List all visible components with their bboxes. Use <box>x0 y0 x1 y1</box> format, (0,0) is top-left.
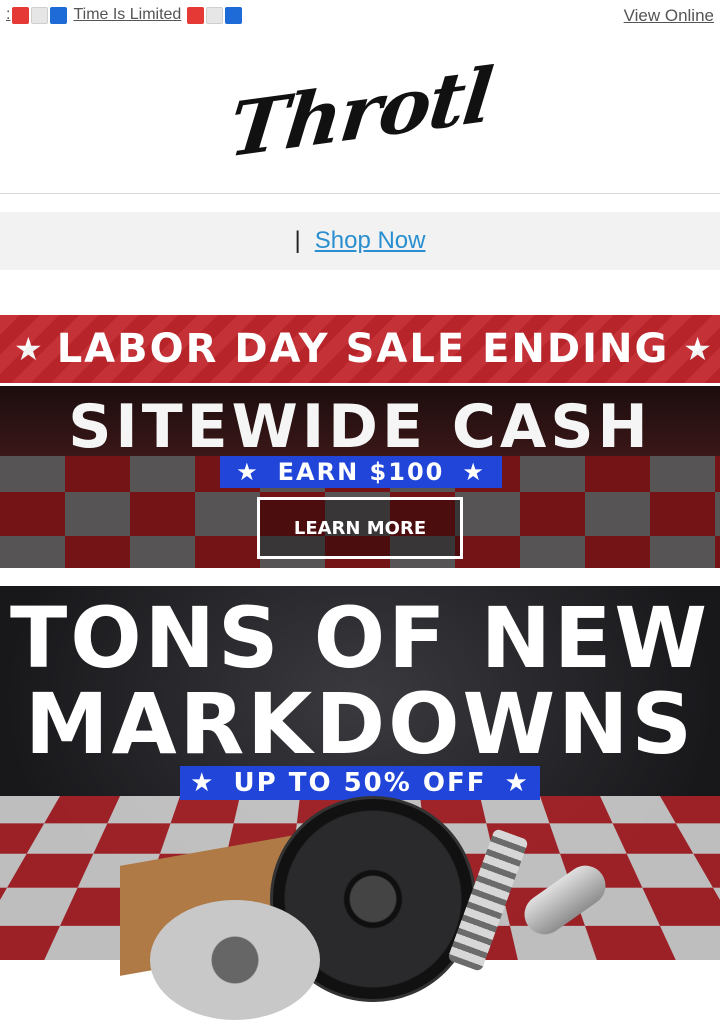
logo-area[interactable]: Throtl <box>0 32 720 192</box>
star-icon: ★ <box>236 458 260 486</box>
earn-text: EARN $100 <box>277 458 445 486</box>
preheader: : Time Is Limited View Online <box>0 0 720 32</box>
blue-square-icon <box>50 6 68 24</box>
brake-rotor-image <box>150 900 320 1020</box>
star-icon: ★ <box>462 458 486 486</box>
divider <box>0 193 720 194</box>
sitewide-cash-title: SITEWIDE CASH <box>68 392 652 462</box>
shop-now-link[interactable]: Shop Now <box>315 227 426 255</box>
labor-day-banner[interactable]: ★ LABOR DAY SALE ENDING ★ <box>0 315 720 383</box>
throtl-logo[interactable]: Throtl <box>225 50 495 174</box>
discount-pill: ★ UP TO 50% OFF ★ <box>180 766 540 800</box>
preheader-link[interactable]: : Time Is Limited <box>6 6 243 24</box>
white-square-icon <box>206 6 224 24</box>
nav-separator: | <box>294 227 301 254</box>
earn-pill: ★ EARN $100 ★ <box>220 456 502 488</box>
preheader-text: Time Is Limited <box>73 6 182 23</box>
star-icon: ★ <box>190 768 216 798</box>
view-online-link[interactable]: View Online <box>624 6 714 26</box>
discount-text: UP TO 50% OFF <box>233 768 487 798</box>
star-icon: ★ <box>504 768 530 798</box>
learn-more-button[interactable]: LEARN MORE <box>257 497 463 559</box>
blue-square-icon <box>225 6 243 24</box>
labor-day-headline: LABOR DAY SALE ENDING <box>56 326 670 372</box>
white-square-icon <box>31 6 49 24</box>
sitewide-cash-banner[interactable]: SITEWIDE CASH ★ EARN $100 ★ LEARN MORE <box>0 386 720 568</box>
preheader-prefix: : <box>6 6 11 23</box>
red-square-icon <box>187 6 205 24</box>
red-square-icon <box>12 6 30 24</box>
markdowns-title-line1: TONS OF NEW <box>9 589 711 687</box>
nav-bar: | Shop Now <box>0 212 720 270</box>
markdowns-title-line2: MARKDOWNS <box>25 675 695 773</box>
